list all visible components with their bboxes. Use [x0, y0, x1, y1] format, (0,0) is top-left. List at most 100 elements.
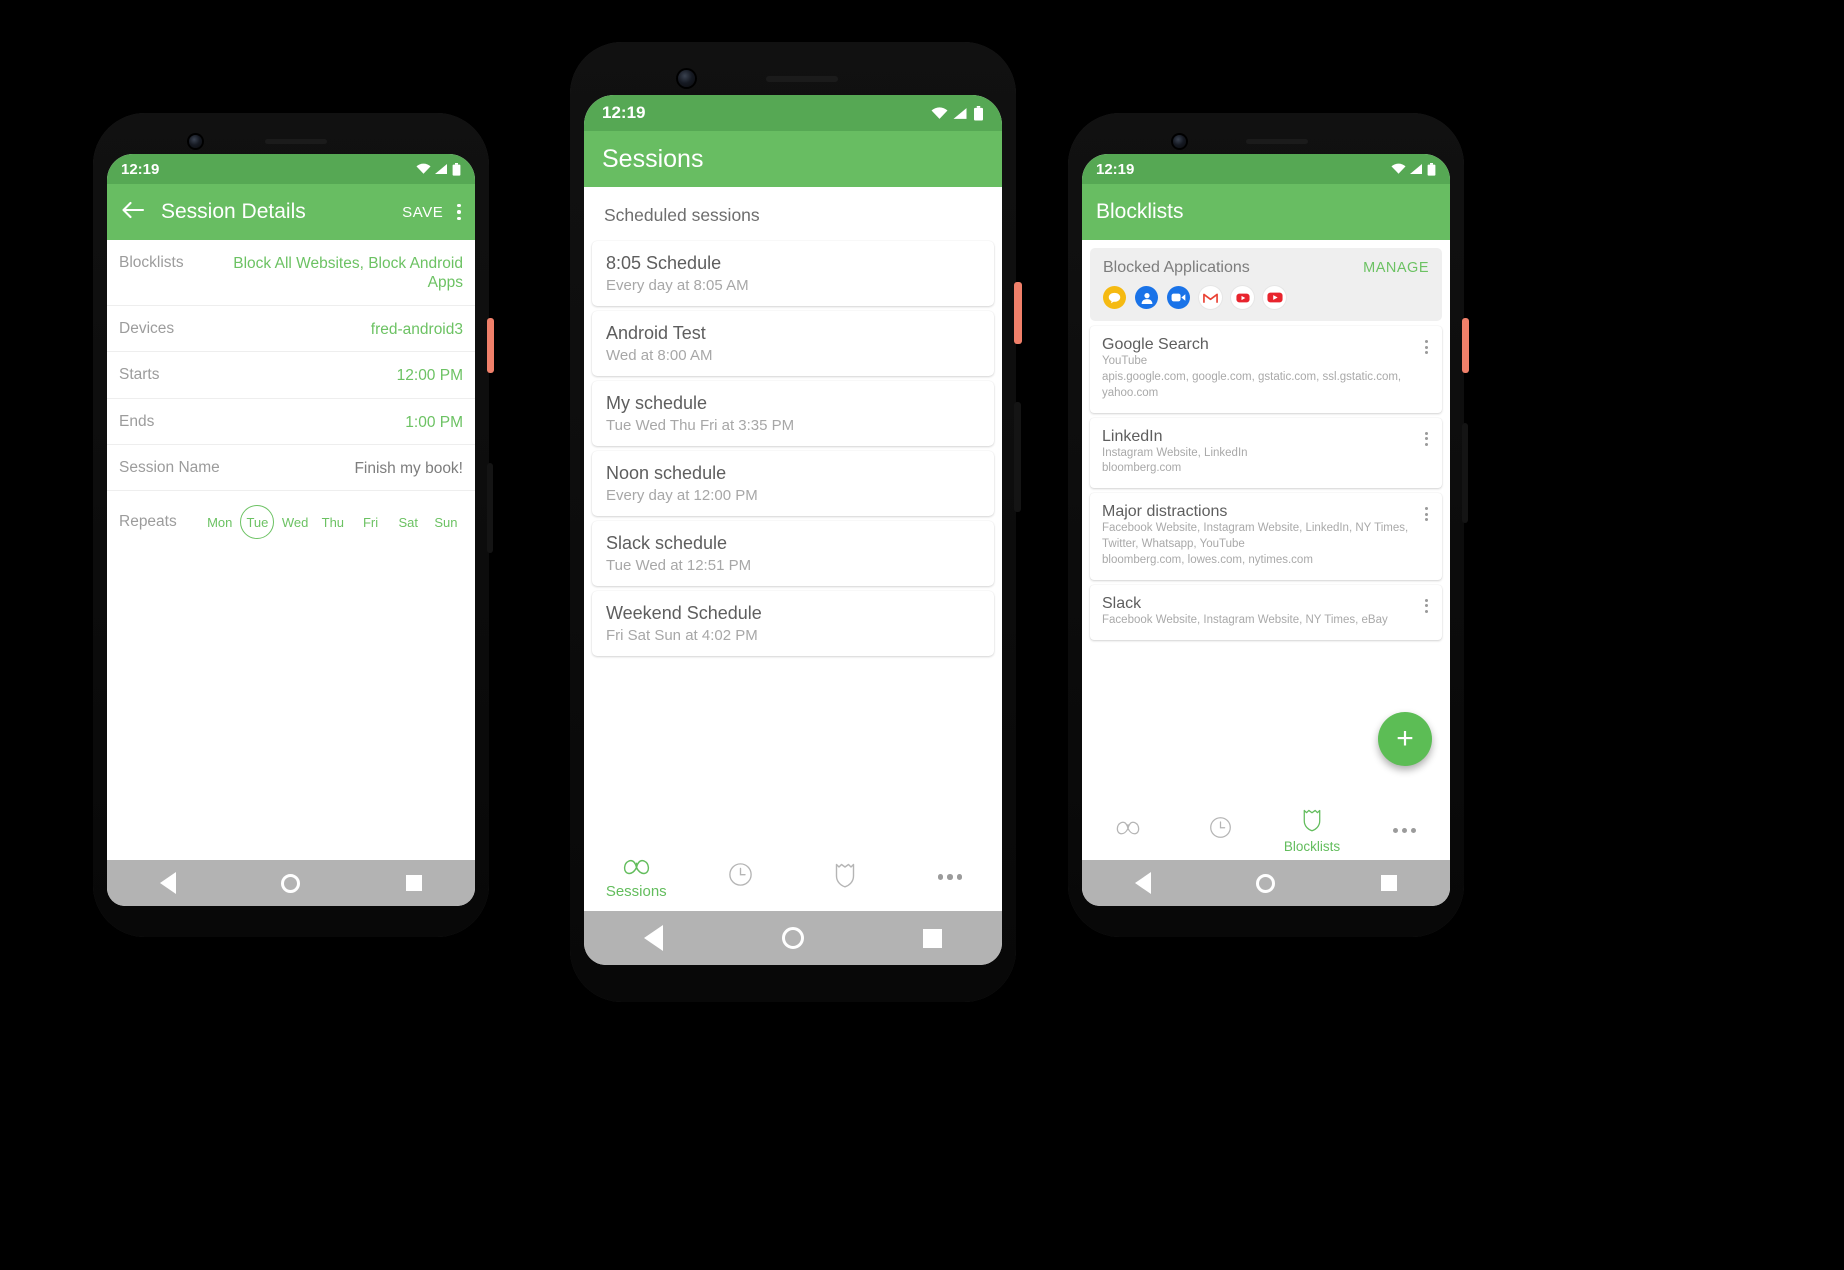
- shield-icon: [834, 862, 856, 893]
- volume-button[interactable]: [487, 463, 493, 553]
- wifi-icon: [1391, 163, 1406, 174]
- tab-clock[interactable]: [689, 862, 794, 894]
- more-icon: [937, 874, 962, 880]
- battery-icon: [452, 162, 461, 176]
- front-camera-icon: [189, 135, 202, 148]
- session-card[interactable]: Noon schedule Every day at 12:00 PM: [592, 451, 994, 516]
- tab-more[interactable]: [898, 874, 1003, 882]
- tab-more[interactable]: [1358, 827, 1450, 835]
- overflow-menu-icon[interactable]: [457, 203, 461, 221]
- earpiece-speaker: [766, 76, 838, 82]
- nav-home-icon[interactable]: [281, 873, 301, 893]
- power-button[interactable]: [1014, 282, 1022, 344]
- nav-home-icon[interactable]: [781, 927, 804, 949]
- front-camera-icon: [1173, 135, 1186, 148]
- detail-row-blocklists[interactable]: Blocklists Block All Websites, Block And…: [107, 240, 475, 306]
- blocklist-card[interactable]: Slack Facebook Website, Instagram Websit…: [1090, 584, 1442, 640]
- signal-icon: [953, 107, 967, 119]
- save-button[interactable]: SAVE: [402, 204, 443, 221]
- session-title: Noon schedule: [606, 463, 727, 483]
- butterfly-icon: [623, 857, 650, 881]
- status-bar-left: 12:19: [107, 154, 475, 184]
- manage-button[interactable]: MANAGE: [1363, 260, 1429, 276]
- repeat-day-sun[interactable]: Sun: [429, 505, 463, 539]
- blocked-applications-header: Blocked Applications MANAGE: [1103, 259, 1429, 277]
- signal-icon: [435, 164, 447, 174]
- nav-recents-icon[interactable]: [1381, 875, 1398, 891]
- repeat-day-tue[interactable]: Tue: [240, 505, 275, 540]
- repeat-day-fri[interactable]: Fri: [354, 505, 388, 539]
- detail-value: 12:00 PM: [396, 367, 463, 385]
- detail-row-session-name[interactable]: Session Name Finish my book!: [107, 445, 475, 492]
- repeat-day-sat[interactable]: Sat: [391, 505, 425, 539]
- page-title: Sessions: [602, 144, 704, 173]
- session-schedule: Fri Sat Sun at 4:02 PM: [606, 627, 758, 644]
- add-blocklist-fab[interactable]: +: [1378, 712, 1432, 766]
- session-title: My schedule: [606, 393, 708, 413]
- detail-row-starts[interactable]: Starts 12:00 PM: [107, 352, 475, 399]
- tab-clock[interactable]: [1174, 816, 1266, 846]
- power-button[interactable]: [1462, 318, 1469, 373]
- detail-row-ends[interactable]: Ends 1:00 PM: [107, 399, 475, 445]
- nav-back-icon[interactable]: [1134, 872, 1151, 894]
- repeat-day-wed[interactable]: Wed: [278, 505, 312, 539]
- detail-label: Starts: [119, 366, 160, 384]
- status-time: 12:19: [121, 160, 160, 178]
- blocklist-overflow-icon[interactable]: [1417, 503, 1430, 522]
- volume-button[interactable]: [1462, 423, 1468, 523]
- session-card[interactable]: 8:05 Schedule Every day at 8:05 AM: [592, 241, 994, 306]
- session-card[interactable]: My schedule Tue Wed Thu Fri at 3:35 PM: [592, 381, 994, 446]
- volume-button[interactable]: [1014, 402, 1021, 512]
- nav-back-icon[interactable]: [159, 872, 176, 894]
- blocklist-card[interactable]: Major distractions Facebook Website, Ins…: [1090, 493, 1442, 580]
- nav-recents-icon[interactable]: [923, 928, 943, 948]
- phone-left-screen: 12:19 Session Details SAVE Blocklists Bl…: [107, 154, 475, 906]
- tab-label: Blocklists: [1283, 839, 1341, 854]
- repeat-day-mon[interactable]: Mon: [203, 505, 237, 539]
- phone-right: 12:19 Blocklists Blocked Applications MA…: [1068, 113, 1469, 937]
- phone-left: 12:19 Session Details SAVE Blocklists Bl…: [93, 113, 494, 937]
- nav-recents-icon[interactable]: [406, 875, 423, 891]
- status-bar-mid: 12:19: [584, 95, 1002, 131]
- tab-sessions[interactable]: Sessions: [584, 857, 689, 900]
- session-card[interactable]: Slack schedule Tue Wed at 12:51 PM: [592, 521, 994, 586]
- blocked-applications-card: Blocked Applications MANAGE: [1090, 248, 1442, 321]
- phone-middle-screen: 12:19 Sessions Scheduled sessions 8:05 S…: [584, 95, 1002, 965]
- blocklists-list: Google Search YouTube apis.google.com, g…: [1082, 326, 1450, 640]
- earpiece-speaker: [1246, 139, 1308, 144]
- session-schedule: Every day at 8:05 AM: [606, 277, 749, 294]
- status-icons: [931, 105, 984, 121]
- front-camera-icon: [678, 70, 695, 87]
- android-navbar-mid: [584, 911, 1002, 965]
- power-button[interactable]: [487, 318, 494, 373]
- blocklist-main: LinkedIn Instagram Website, LinkedIn blo…: [1102, 428, 1417, 478]
- detail-value: fred-android3: [370, 320, 463, 338]
- detail-label: Session Name: [119, 458, 220, 476]
- appbar-sessions: Sessions: [584, 131, 1002, 187]
- nav-home-icon[interactable]: [1256, 873, 1276, 893]
- tab-blocklists[interactable]: [793, 862, 898, 895]
- blocklist-main: Google Search YouTube apis.google.com, g…: [1102, 336, 1417, 402]
- session-card[interactable]: Weekend Schedule Fri Sat Sun at 4:02 PM: [592, 591, 994, 656]
- blocklist-title: LinkedIn: [1102, 427, 1163, 445]
- phone-right-screen: 12:19 Blocklists Blocked Applications MA…: [1082, 154, 1450, 906]
- blocklist-overflow-icon[interactable]: [1417, 428, 1430, 446]
- page-title: Session Details: [161, 200, 306, 223]
- detail-value: 1:00 PM: [405, 413, 463, 431]
- detail-row-devices[interactable]: Devices fred-android3: [107, 306, 475, 353]
- repeat-day-thu[interactable]: Thu: [316, 505, 350, 539]
- session-card[interactable]: Android Test Wed at 8:00 AM: [592, 311, 994, 376]
- blocklist-overflow-icon[interactable]: [1417, 595, 1430, 613]
- tab-sessions[interactable]: [1082, 819, 1174, 843]
- blocklist-card[interactable]: LinkedIn Instagram Website, LinkedIn blo…: [1090, 417, 1442, 489]
- blocklist-overflow-icon[interactable]: [1417, 336, 1430, 354]
- blocklist-card[interactable]: Google Search YouTube apis.google.com, g…: [1090, 326, 1442, 413]
- tab-label: Sessions: [605, 882, 667, 900]
- tab-blocklists[interactable]: Blocklists: [1266, 808, 1358, 854]
- android-navbar-left: [107, 860, 475, 906]
- session-title: 8:05 Schedule: [606, 253, 722, 273]
- back-arrow-icon[interactable]: [121, 200, 145, 225]
- blocklist-sites: bloomberg.com, lowes.com, nytimes.com: [1102, 554, 1313, 567]
- nav-back-icon[interactable]: [643, 925, 663, 951]
- session-schedule: Tue Wed at 12:51 PM: [606, 557, 752, 574]
